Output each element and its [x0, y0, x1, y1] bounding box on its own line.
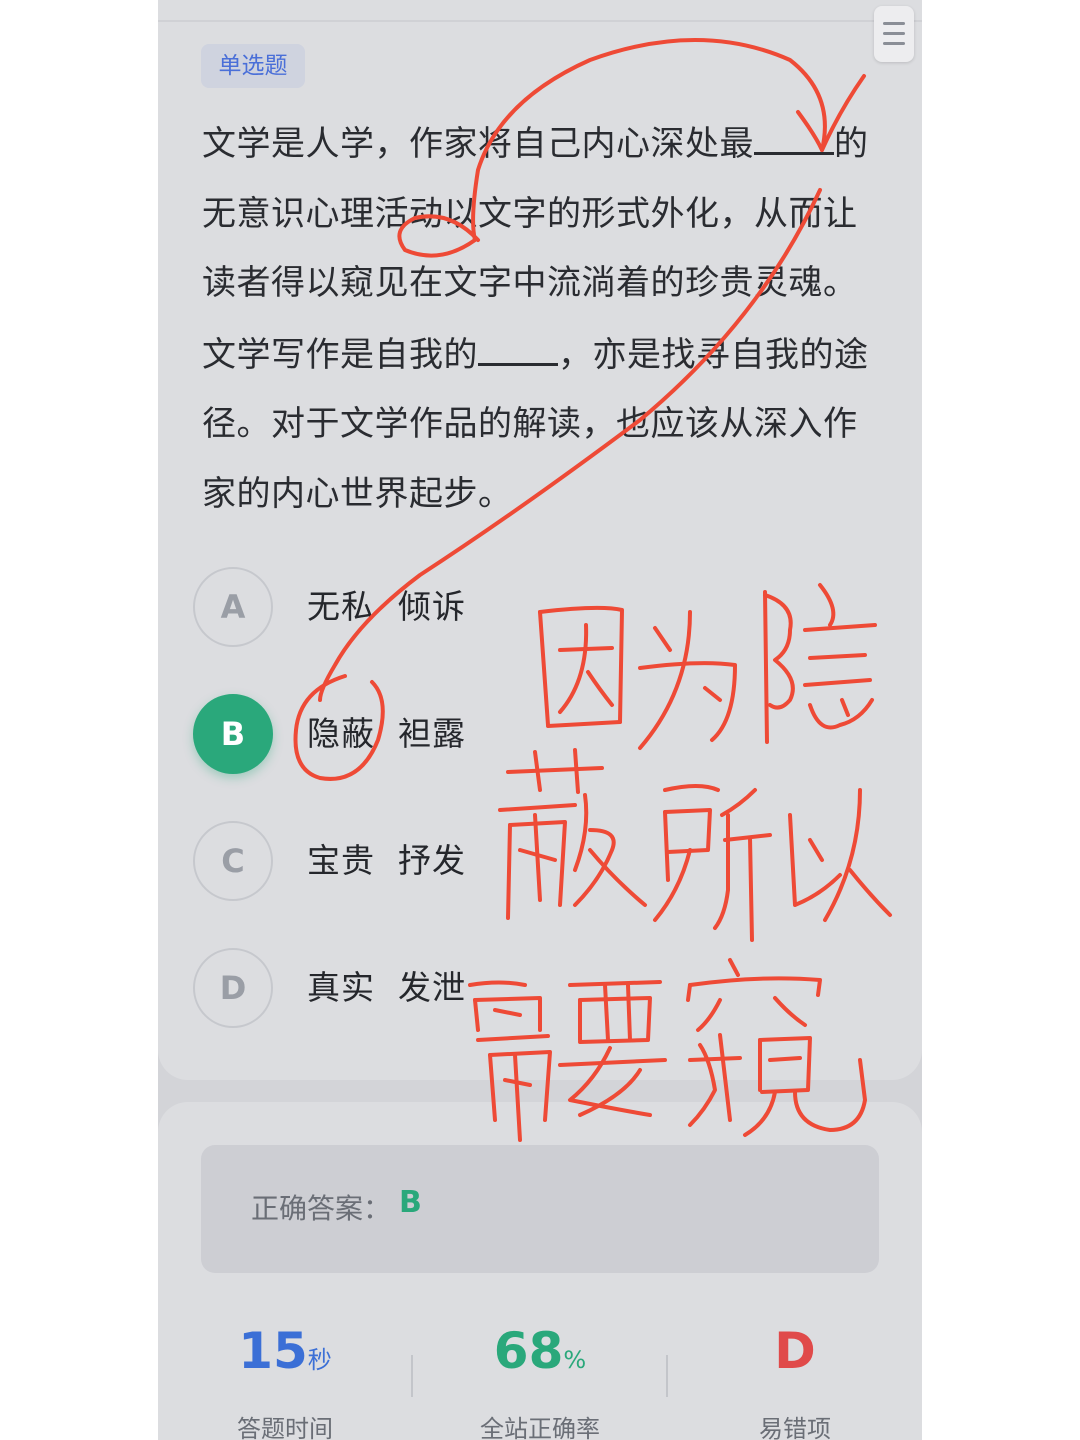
stat-common-mistake-label: 易错项: [759, 1415, 831, 1440]
top-divider: [158, 20, 922, 22]
option-d-button[interactable]: D: [193, 948, 273, 1028]
option-c-text[interactable]: 宝贵 抒发: [307, 821, 466, 901]
quiz-screen: 单选题 文学是人学，作家将自己内心深处最 的无意识心理活动以文字的形式外化，从而让…: [158, 0, 922, 1440]
menu-icon-bar: [883, 32, 905, 35]
option-b-text[interactable]: 隐蔽 袒露: [307, 694, 466, 774]
correct-answer-box: 正确答案： B: [201, 1145, 879, 1273]
stat-accuracy-unit: %: [563, 1346, 587, 1374]
option-b-button[interactable]: B: [193, 694, 273, 774]
blank-1: [754, 108, 834, 155]
stat-accuracy: 68% 全站正确率: [413, 1320, 667, 1440]
stat-answer-time: 15秒 答题时间: [158, 1320, 412, 1440]
option-c-button[interactable]: C: [193, 821, 273, 901]
stat-accuracy-value: 68: [493, 1322, 564, 1380]
correct-answer-value: B: [399, 1185, 422, 1220]
stat-answer-time-value-line: 15秒: [158, 1320, 412, 1391]
stat-accuracy-label: 全站正确率: [480, 1415, 600, 1440]
stat-common-mistake-value-line: D: [668, 1320, 922, 1391]
correct-answer-label: 正确答案：: [251, 1192, 392, 1225]
option-a-button[interactable]: A: [193, 567, 273, 647]
menu-icon-bar: [883, 42, 905, 45]
question-stem: 文学是人学，作家将自己内心深处最 的无意识心理活动以文字的形式外化，从而让读者得以…: [202, 108, 872, 529]
menu-button[interactable]: [874, 6, 914, 62]
option-a-text[interactable]: 无私 倾诉: [307, 567, 466, 647]
stat-accuracy-value-line: 68%: [413, 1320, 667, 1391]
stat-common-mistake-value: D: [774, 1322, 816, 1380]
menu-icon: [883, 22, 905, 25]
stat-answer-time-unit: 秒: [307, 1346, 332, 1374]
stat-common-mistake: D 易错项: [668, 1320, 922, 1440]
question-type-badge: 单选题: [201, 44, 305, 88]
stat-answer-time-label: 答题时间: [237, 1415, 333, 1440]
screenshot-stage: 单选题 文学是人学，作家将自己内心深处最 的无意识心理活动以文字的形式外化，从而让…: [0, 0, 1080, 1440]
option-d-text[interactable]: 真实 发泄: [307, 948, 466, 1028]
stem-text-1: 文学是人学，作家将自己内心深处最: [202, 124, 754, 164]
blank-2: [478, 319, 558, 366]
stat-answer-time-value: 15: [238, 1322, 308, 1380]
question-card: 单选题 文学是人学，作家将自己内心深处最 的无意识心理活动以文字的形式外化，从而让…: [158, 0, 922, 1080]
